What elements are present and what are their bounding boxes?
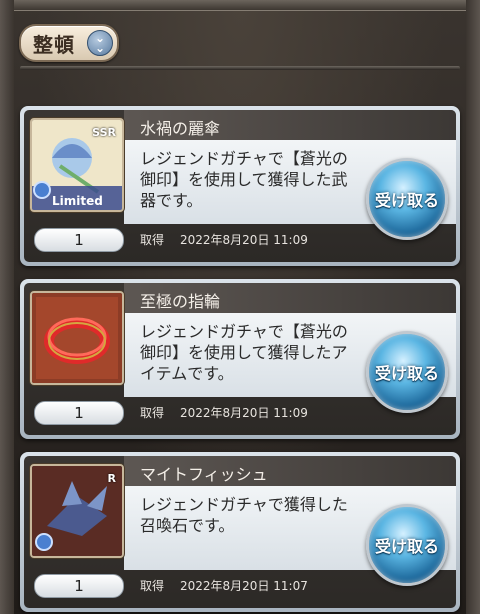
receive-label: 受け取る <box>374 191 439 210</box>
umbrella-weapon-icon: SSR Limited <box>30 118 124 212</box>
right-frame <box>466 0 480 614</box>
acquired-label: 取得 <box>140 233 165 247</box>
fish-summon-icon: R <box>30 464 124 558</box>
acquired-label: 取得 <box>140 579 165 593</box>
gift-card: R マイトフィッシュ レジェンドガチャで獲得した召喚石です。 1 取得 2022… <box>20 452 460 612</box>
receive-button[interactable]: 受け取る <box>366 504 448 586</box>
sort-button[interactable]: 整頓 ⌄ ⌄ <box>19 24 119 62</box>
rarity-badge: R <box>107 472 116 485</box>
gift-card-inner: R マイトフィッシュ レジェンドガチャで獲得した召喚石です。 1 取得 2022… <box>24 456 456 608</box>
acquired-label: 取得 <box>140 406 165 420</box>
sort-label: 整頓 <box>33 32 75 57</box>
gift-card: SSR Limited 水禍の麗傘 レジェンドガチャで【蒼光の御印】を使用して獲… <box>20 106 460 266</box>
chevron-down-icon: ⌄ ⌄ <box>87 30 113 56</box>
rarity-badge: SSR <box>92 126 116 139</box>
item-name: 至極の指輪 <box>140 292 221 311</box>
quantity: 1 <box>34 228 124 252</box>
item-description: レジェンドガチャで【蒼光の御印】を使用して獲得したアイテムです。 <box>140 322 348 383</box>
top-frame <box>0 0 480 11</box>
item-name: マイトフィッシュ <box>140 465 268 484</box>
receive-button[interactable]: 受け取る <box>366 158 448 240</box>
left-frame <box>0 0 14 614</box>
item-description: レジェンドガチャで【蒼光の御印】を使用して獲得した武器です。 <box>140 149 348 210</box>
acquired-date: 2022年8月20日 11:09 <box>180 406 308 420</box>
receive-label: 受け取る <box>374 364 439 383</box>
limited-tag: Limited <box>52 194 103 208</box>
acquired-date: 2022年8月20日 11:07 <box>180 579 308 593</box>
quantity: 1 <box>34 574 124 598</box>
item-description: レジェンドガチャで獲得した召喚石です。 <box>140 495 348 535</box>
gift-card-inner: 至極の指輪 レジェンドガチャで【蒼光の御印】を使用して獲得したアイテムです。 1… <box>24 283 456 435</box>
divider <box>20 66 460 70</box>
gift-card-inner: SSR Limited 水禍の麗傘 レジェンドガチャで【蒼光の御印】を使用して獲… <box>24 110 456 262</box>
acquired-date: 2022年8月20日 11:09 <box>180 233 308 247</box>
receive-label: 受け取る <box>374 537 439 556</box>
quantity: 1 <box>34 401 124 425</box>
ring-icon <box>30 291 124 385</box>
receive-button[interactable]: 受け取る <box>366 331 448 413</box>
item-name: 水禍の麗傘 <box>140 119 221 138</box>
gift-card: 至極の指輪 レジェンドガチャで【蒼光の御印】を使用して獲得したアイテムです。 1… <box>20 279 460 439</box>
